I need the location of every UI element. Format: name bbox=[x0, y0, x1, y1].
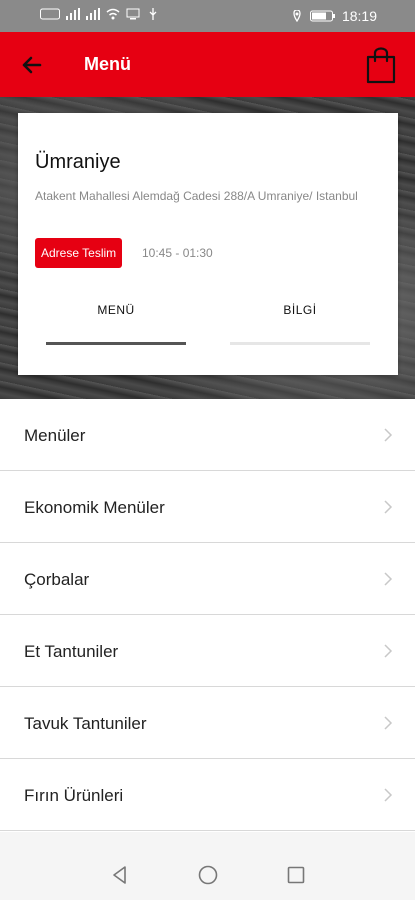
system-nav-bar bbox=[0, 832, 415, 900]
battery-icon bbox=[309, 10, 335, 22]
hd-icon bbox=[40, 8, 60, 20]
chevron-right-icon bbox=[384, 428, 393, 442]
chevron-right-icon bbox=[384, 572, 393, 586]
location-icon bbox=[293, 10, 301, 22]
store-info-card: Ümraniye Atakent Mahallesi Alemdağ Cades… bbox=[18, 113, 398, 375]
chevron-right-icon bbox=[384, 500, 393, 514]
page-title: Menü bbox=[84, 54, 131, 74]
tab-info-indicator bbox=[230, 342, 370, 345]
store-name: Ümraniye bbox=[35, 151, 121, 173]
list-item-ekonomik-menuler[interactable]: Ekonomik Menüler bbox=[0, 471, 415, 543]
list-item-firin-urunleri[interactable]: Fırın Ürünleri bbox=[0, 759, 415, 831]
status-left-icons bbox=[40, 8, 160, 20]
back-arrow-icon[interactable] bbox=[18, 50, 48, 80]
tab-menu[interactable]: MENÜ bbox=[46, 303, 186, 317]
usb-icon bbox=[149, 8, 157, 20]
signal-icon bbox=[66, 8, 80, 20]
chevron-right-icon bbox=[384, 788, 393, 802]
list-item-corbalar[interactable]: Çorbalar bbox=[0, 543, 415, 615]
list-item-menuler[interactable]: Menüler bbox=[0, 399, 415, 471]
list-item-label: Ekonomik Menüler bbox=[24, 498, 165, 517]
tab-menu-indicator bbox=[46, 342, 186, 345]
list-item-label: Çorbalar bbox=[24, 570, 90, 589]
shopping-bag-icon[interactable] bbox=[365, 44, 397, 84]
tab-info[interactable]: BİLGİ bbox=[230, 303, 370, 317]
list-item-et-tantuniler[interactable]: Et Tantuniler bbox=[0, 615, 415, 687]
home-circle-icon[interactable] bbox=[197, 864, 219, 886]
chevron-right-icon bbox=[384, 716, 393, 730]
opening-hours: 10:45 - 01:30 bbox=[142, 246, 213, 260]
list-item-label: Tavuk Tantuniler bbox=[24, 714, 147, 733]
wifi-icon bbox=[106, 8, 120, 20]
back-triangle-icon[interactable] bbox=[109, 864, 131, 886]
delivery-badge: Adrese Teslim bbox=[35, 238, 123, 268]
list-item-tavuk-tantuniler[interactable]: Tavuk Tantuniler bbox=[0, 687, 415, 759]
app-bar: Menü bbox=[0, 32, 415, 97]
status-bar: 18:19 bbox=[0, 0, 415, 32]
clock-time: 18:19 bbox=[341, 8, 377, 24]
status-right-icons: 18:19 bbox=[290, 8, 377, 24]
list-item-label: Menüler bbox=[24, 426, 86, 445]
list-item-label: Et Tantuniler bbox=[24, 642, 119, 661]
recents-square-icon[interactable] bbox=[285, 864, 307, 886]
chevron-right-icon bbox=[384, 644, 393, 658]
category-list: Menüler Ekonomik Menüler Çorbalar Et Tan… bbox=[0, 399, 415, 831]
list-item-label: Fırın Ürünleri bbox=[24, 786, 124, 805]
store-address: Atakent Mahallesi Alemdağ Cadesi 288/A U… bbox=[35, 189, 358, 203]
cast-icon bbox=[126, 8, 140, 20]
signal-2-icon bbox=[86, 8, 100, 20]
